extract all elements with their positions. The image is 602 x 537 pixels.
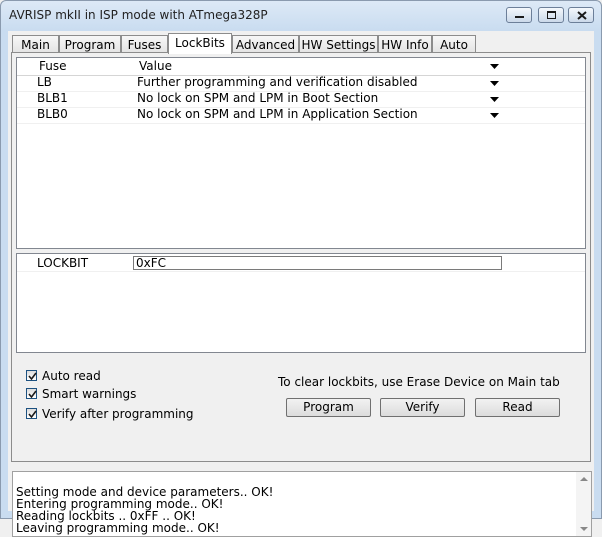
tab-hw-settings[interactable]: HW Settings [299,35,378,53]
checkbox-box[interactable] [26,408,37,419]
tab-auto[interactable]: Auto [432,35,476,53]
close-button[interactable] [568,7,594,23]
lockbit-register-grid: LOCKBIT 0xFC [16,253,586,353]
column-header-value: Value [139,59,172,73]
checkbox-label: Verify after programming [42,407,194,421]
chevron-down-icon [490,113,499,118]
chevron-down-icon [490,97,499,102]
value-dropdown[interactable] [487,76,502,90]
title-bar[interactable]: AVRISP mkII in ISP mode with ATmega328P [1,1,601,29]
fuse-value: Further programming and verification dis… [137,75,418,89]
log-lines: Setting mode and device parameters.. OK!… [16,486,273,534]
maximize-icon [547,11,556,19]
lockbit-value-field[interactable]: 0xFC [133,256,502,270]
checkmark-icon [28,372,37,381]
checkbox-box[interactable] [26,388,37,399]
tab-main[interactable]: Main [12,35,59,53]
value-dropdown[interactable] [487,108,502,122]
lockbits-panel: Fuse Value LB Further programming and ve… [11,52,591,462]
fuse-name: LB [37,75,52,89]
fuse-value: No lock on SPM and LPM in Application Se… [137,107,418,121]
fuse-name: BLB0 [37,107,68,121]
window-title: AVRISP mkII in ISP mode with ATmega328P [9,8,268,22]
grid-header: Fuse Value [17,58,585,76]
checkbox-label: Smart warnings [42,387,137,401]
chevron-down-icon [490,64,499,69]
tab-label: HW Info [381,38,429,52]
tab-program[interactable]: Program [59,35,121,53]
log-scrollbar[interactable] [576,472,591,536]
tab-label: Auto [440,38,468,52]
table-row[interactable]: BLB1 No lock on SPM and LPM in Boot Sect… [17,91,585,108]
checkmark-icon [28,410,37,419]
checkbox-label: Auto read [42,369,101,383]
read-button[interactable]: Read [475,398,560,417]
fuse-name: BLB1 [37,91,68,105]
lockbits-grid: Fuse Value LB Further programming and ve… [16,57,586,249]
log-output[interactable]: Setting mode and device parameters.. OK!… [12,471,592,537]
log-line: Leaving programming mode.. OK! [16,521,220,535]
column-header-fuse: Fuse [39,59,67,73]
lockbit-label: LOCKBIT [37,256,89,270]
value-dropdown[interactable] [487,92,502,106]
verify-button[interactable]: Verify [380,398,465,417]
scroll-down-icon[interactable] [580,526,588,532]
minimize-button[interactable] [506,7,532,23]
tab-label: HW Settings [301,38,376,52]
client-area: Main Program Fuses LockBits Advanced HW … [8,31,594,537]
log-line: Reading lockbits .. 0xFF .. OK! [16,509,196,523]
app-window: AVRISP mkII in ISP mode with ATmega328P … [0,0,602,537]
row-divider [17,271,585,272]
fuse-value: No lock on SPM and LPM in Boot Section [137,91,379,105]
table-row[interactable]: LB Further programming and verification … [17,75,585,92]
chevron-down-icon [490,81,499,86]
tab-label: Main [21,38,50,52]
tab-hw-info[interactable]: HW Info [378,35,432,53]
scroll-up-icon[interactable] [580,476,588,482]
tab-fuses[interactable]: Fuses [121,35,168,53]
maximize-button[interactable] [538,7,564,23]
checkmark-icon [28,390,37,399]
tab-label: Advanced [235,38,296,52]
table-row[interactable]: BLB0 No lock on SPM and LPM in Applicati… [17,107,585,124]
program-button[interactable]: Program [286,398,371,417]
tab-label: LockBits [175,36,225,50]
tab-advanced[interactable]: Advanced [232,35,299,53]
checkbox-box[interactable] [26,370,37,381]
minimize-icon [515,16,524,18]
tab-label: Fuses [127,38,162,52]
tab-label: Program [64,38,116,52]
tab-lockbits[interactable]: LockBits [168,33,232,54]
clear-lockbits-hint: To clear lockbits, use Erase Device on M… [278,375,560,389]
close-icon [577,11,587,20]
